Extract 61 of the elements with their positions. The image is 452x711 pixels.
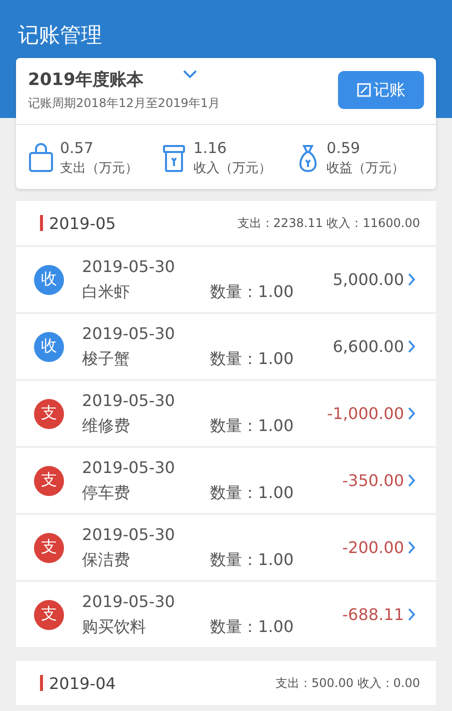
entry-date: 2019-05-30 [82, 458, 176, 476]
entry-quantity: 数量：1.00 [210, 550, 295, 570]
chevron-right-icon [408, 340, 416, 353]
entry-row[interactable]: 支 2019-05-30 维修费 数量：1.00 -1,000.00 [16, 381, 436, 448]
book-name: 2019年度账本 [28, 69, 144, 91]
stat-value: 0.59 [326, 139, 362, 157]
entry-quantity: 数量：1.00 [210, 416, 295, 436]
entry-amount: -688.11 [342, 605, 404, 624]
entry-amount: -200.00 [342, 538, 404, 557]
entry-row[interactable]: 支 2019-05-30 停车费 数量：1.00 -350.00 [16, 448, 436, 515]
entry-name: 白米虾 [82, 282, 131, 302]
entry-row[interactable]: 收 2019-05-30 白米虾 数量：1.00 5,000.00 [16, 247, 436, 314]
entry-row[interactable]: 支 2019-05-30 保洁费 数量：1.00 -200.00 [16, 515, 436, 582]
entry-quantity: 数量：1.00 [210, 282, 295, 302]
entry-date: 2019-05-30 [82, 390, 176, 410]
chevron-right-icon [408, 474, 416, 487]
entry-row[interactable]: 支 2019-05-30 购买饮料 数量：1.00 -688.11 [16, 582, 436, 649]
month-marker [40, 675, 43, 691]
chevron-right-icon [408, 407, 416, 420]
entry-name: 梭子蟹 [82, 348, 131, 370]
month-summary: 支出：2238.11 收入：11600.00 [237, 214, 420, 232]
edit-icon [356, 83, 370, 97]
entry-amount: -1,000.00 [326, 404, 404, 423]
shopping-bag-icon [28, 143, 54, 173]
entry-date: 2019-05-30 [82, 256, 176, 276]
month-label: 2019-05 [49, 214, 117, 232]
entry-name: 维修费 [82, 416, 131, 436]
type-badge: 支 [34, 398, 64, 428]
stat-value: 1.16 [193, 139, 228, 157]
page-title: 记账管理 [17, 22, 103, 49]
month-label: 2019-04 [49, 674, 117, 692]
entry-quantity: 数量：1.00 [210, 616, 295, 638]
chevron-right-icon [408, 541, 416, 554]
month-marker [40, 215, 43, 231]
stat-label: 收入（万元） [193, 160, 272, 177]
type-badge: 收 [34, 332, 64, 362]
book-period: 记账周期2018年12月至2019年1月 [28, 95, 221, 112]
entry-name: 保洁费 [82, 550, 131, 570]
entry-amount: 5,000.00 [332, 270, 404, 289]
entry-date: 2019-05-30 [82, 324, 176, 342]
type-badge: 支 [34, 532, 64, 562]
entry-amount: 6,600.00 [332, 337, 404, 356]
chevron-right-icon [408, 608, 416, 621]
type-badge: 收 [34, 264, 64, 294]
entry-quantity: 数量：1.00 [210, 482, 295, 504]
stat-label: 支出（万元） [60, 160, 138, 177]
jar-icon [161, 143, 188, 173]
chevron-down-icon[interactable] [183, 70, 198, 79]
entry-row[interactable]: 收 2019-05-30 梭子蟹 数量：1.00 6,600.00 [16, 314, 436, 381]
type-badge: 支 [34, 466, 64, 496]
stat-label: 收益（万元） [326, 160, 405, 177]
entry-quantity: 数量：1.00 [210, 348, 295, 370]
entry-amount: -350.00 [342, 471, 404, 490]
stat-value: 0.57 [60, 139, 94, 157]
chevron-right-icon [408, 273, 416, 286]
entry-date: 2019-05-30 [82, 592, 176, 610]
entry-date: 2019-05-30 [82, 524, 176, 544]
entry-name: 停车费 [82, 482, 131, 504]
month-summary: 支出：500.00 收入：0.00 [275, 674, 420, 692]
type-badge: 支 [34, 600, 64, 630]
entry-name: 购买饮料 [82, 616, 147, 638]
